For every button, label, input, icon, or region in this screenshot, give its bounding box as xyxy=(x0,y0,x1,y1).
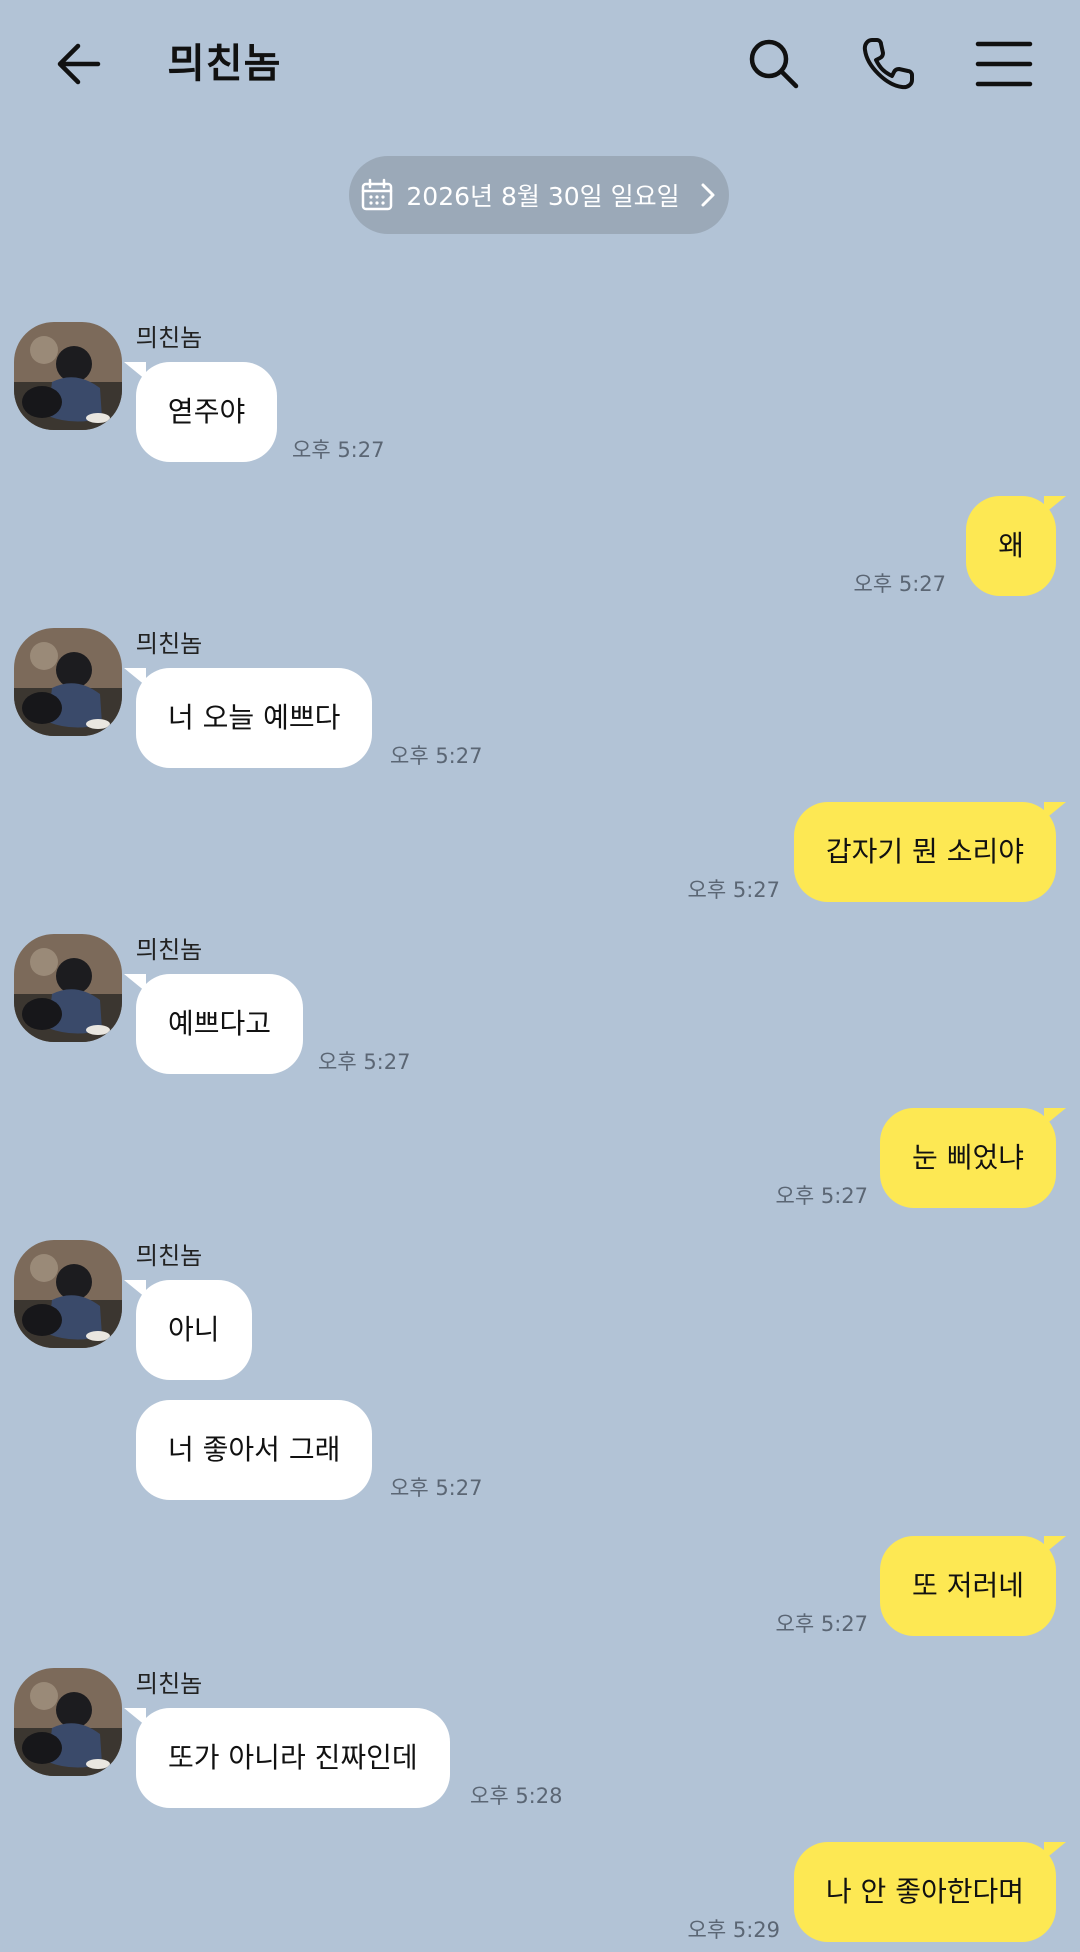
message-time: 오후 5:29 xyxy=(687,1918,780,1942)
message-time: 오후 5:27 xyxy=(853,572,946,596)
message-time: 오후 5:27 xyxy=(292,438,385,462)
message-time: 오후 5:27 xyxy=(687,878,780,902)
outgoing-message-bubble[interactable]: 눈 삐었냐 xyxy=(880,1108,1066,1208)
sender-name: 믜친놈 xyxy=(136,1670,203,1698)
outgoing-message-bubble[interactable]: 왜 xyxy=(966,496,1066,596)
incoming-message-bubble[interactable]: 아니 xyxy=(124,1280,252,1380)
message-list: 믜친놈 엳주야 오후 5:27 왜 오후 5:27 믜친놈 너 오늘 예쁘다 오… xyxy=(0,0,1080,1952)
sender-name: 믜친놈 xyxy=(136,1242,203,1270)
avatar[interactable] xyxy=(14,1668,122,1776)
incoming-message-bubble[interactable]: 너 오늘 예쁘다 xyxy=(123,668,373,768)
avatar[interactable] xyxy=(14,322,122,430)
message-time: 오후 5:28 xyxy=(470,1784,563,1808)
incoming-message-bubble[interactable]: 또가 아니라 진짜인데 xyxy=(124,1708,450,1808)
message-time: 오후 5:27 xyxy=(318,1050,411,1074)
outgoing-message-bubble[interactable]: 나 안 좋아한다며 xyxy=(793,1842,1067,1942)
avatar[interactable] xyxy=(14,1240,122,1348)
outgoing-message-bubble[interactable]: 갑자기 뭔 소리야 xyxy=(793,802,1067,902)
incoming-message-bubble[interactable]: 엳주야 xyxy=(123,362,278,462)
sender-name: 믜친놈 xyxy=(136,936,203,964)
message-time: 오후 5:27 xyxy=(390,1476,483,1500)
incoming-message-bubble[interactable]: 너 좋아서 그래 xyxy=(136,1400,373,1500)
avatar[interactable] xyxy=(14,628,122,736)
message-time: 오후 5:27 xyxy=(775,1612,868,1636)
message-time: 오후 5:27 xyxy=(775,1184,868,1208)
outgoing-message-bubble[interactable]: 또 저러네 xyxy=(880,1536,1066,1636)
chat-screen: 믜친놈 2026년 8월 30일 일요일 믜친놈 엳주야 오후 5:27 왜 오… xyxy=(0,0,1080,1952)
incoming-message-bubble[interactable]: 예쁘다고 xyxy=(123,974,304,1074)
sender-name: 믜친놈 xyxy=(136,630,203,658)
sender-name: 믜친놈 xyxy=(136,324,203,352)
message-time: 오후 5:27 xyxy=(390,744,483,768)
avatar[interactable] xyxy=(14,934,122,1042)
